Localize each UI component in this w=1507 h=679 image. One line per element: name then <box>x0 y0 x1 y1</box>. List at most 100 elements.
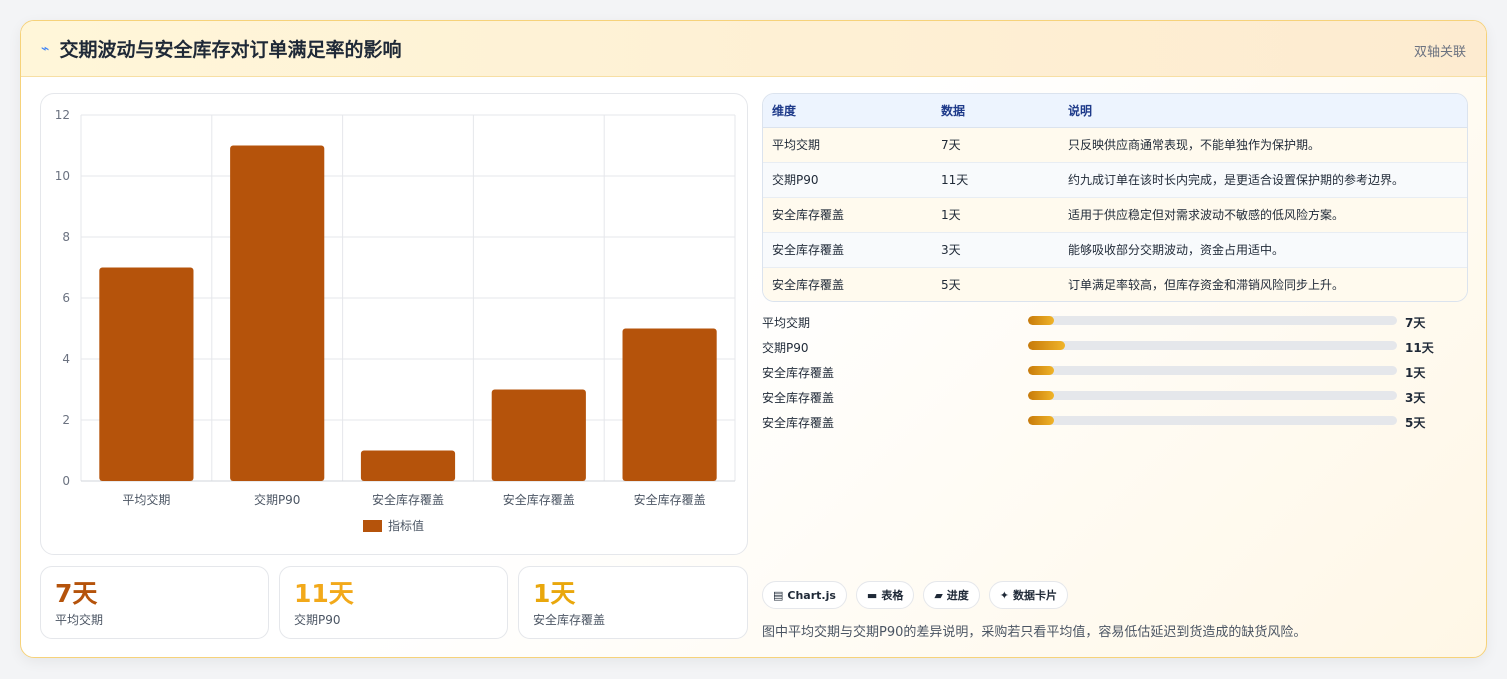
progress-fill <box>1028 416 1054 425</box>
table-row: 安全库存覆盖 5天 订单满足率较高，但库存资金和滞销风险同步上升。 <box>763 267 1467 301</box>
progress-row: 安全库存覆盖 3天 <box>762 386 1468 411</box>
y-tick-label: 4 <box>62 352 70 366</box>
progress-row: 交期P90 11天 <box>762 336 1468 361</box>
bar <box>230 145 325 481</box>
table-cell: 安全库存覆盖 <box>763 267 932 301</box>
table-cell: 平均交期 <box>763 127 932 163</box>
table-cell: 7天 <box>932 127 1059 163</box>
progress-label: 交期P90 <box>762 341 809 355</box>
progress-track <box>1028 316 1397 325</box>
chip-label: Chart.js <box>787 588 836 602</box>
card-header: ⌁ 交期波动与安全库存对订单满足率的影响 双轴关联 <box>21 21 1486 77</box>
progress-value: 7天 <box>1405 316 1426 330</box>
stat-label: 交期P90 <box>294 613 341 627</box>
table-cell: 3天 <box>932 232 1059 268</box>
y-tick-label: 12 <box>55 108 70 122</box>
table-cell: 5天 <box>932 267 1059 301</box>
table-cell: 只反映供应商通常表现，不能单独作为保护期。 <box>1059 127 1467 163</box>
x-tick-label: 平均交期 <box>122 492 170 507</box>
x-tick-label: 安全库存覆盖 <box>372 492 444 507</box>
table-header-row: 维度 数据 说明 <box>763 94 1467 128</box>
table-cell: 安全库存覆盖 <box>763 197 932 233</box>
stat-value: 11天 <box>294 579 354 608</box>
stat-label: 安全库存覆盖 <box>533 613 606 627</box>
table-row: 安全库存覆盖 3天 能够吸收部分交期波动，资金占用适中。 <box>763 232 1467 268</box>
progress-label: 安全库存覆盖 <box>762 391 835 405</box>
y-tick-label: 0 <box>62 474 70 488</box>
legend-label: 指标值 <box>388 518 424 533</box>
progress-fill <box>1028 391 1054 400</box>
column-header-dimension: 维度 <box>763 94 932 128</box>
table-row: 安全库存覆盖 1天 适用于供应稳定但对需求波动不敏感的低风险方案。 <box>763 197 1467 233</box>
progress-track <box>1028 366 1397 375</box>
x-tick-label: 交期P90 <box>254 492 301 507</box>
table-cell: 1天 <box>932 197 1059 233</box>
stat-value: 7天 <box>55 579 98 608</box>
table-cell: 能够吸收部分交期波动，资金占用适中。 <box>1059 232 1467 268</box>
sparkle-icon: ✦ <box>999 588 1010 602</box>
progress-track <box>1028 391 1397 400</box>
report-card: ⌁ 交期波动与安全库存对订单满足率的影响 双轴关联 0 2 4 6 8 10 12 平均交期交… <box>20 20 1487 658</box>
table-row: 平均交期 7天 只反映供应商通常表现，不能单独作为保护期。 <box>763 127 1467 163</box>
stat-label: 平均交期 <box>55 613 104 627</box>
column-header-description: 说明 <box>1059 94 1467 128</box>
progress-value: 3天 <box>1405 391 1426 405</box>
progress-label: 安全库存覆盖 <box>762 416 835 430</box>
progress-fill <box>1028 316 1054 325</box>
table-icon: ▬ <box>866 588 878 602</box>
chip-label: 表格 <box>881 589 904 602</box>
progress-row: 安全库存覆盖 5天 <box>762 411 1468 436</box>
chip-table[interactable]: ▬ 表格 <box>855 581 915 609</box>
trend-icon: ⌁ <box>41 40 50 57</box>
progress-track <box>1028 341 1397 350</box>
bar <box>491 389 586 481</box>
progress-track <box>1028 416 1397 425</box>
table-row: 交期P90 11天 约九成订单在该时长内完成，是更适合设置保护期的参考边界。 <box>763 162 1467 198</box>
progress-row: 安全库存覆盖 1天 <box>762 361 1468 386</box>
progress-value: 11天 <box>1405 341 1434 355</box>
stat-card-safety-stock: 1天 安全库存覆盖 <box>518 566 748 639</box>
stat-value: 1天 <box>533 579 576 608</box>
progress-fill <box>1028 341 1065 350</box>
progress-value: 1天 <box>1405 366 1426 380</box>
bar-chart-svg: 024681012平均交期 交期P90 安全库存覆盖 安全库存覆盖 安全库存覆盖指标值 <box>55 108 736 533</box>
y-tick-label: 2 <box>62 413 70 427</box>
insight-note: 图中平均交期与交期P90的差异说明，采购若只看平均值，容易低估延迟到货造成的缺货… <box>762 625 1307 640</box>
data-table: 维度 数据 说明 平均交期 7天 只反映供应商通常表现，不能单独作为保护期。 交… <box>762 93 1468 302</box>
stat-card-p90: 11天 交期P90 <box>279 566 508 639</box>
x-tick-label: 安全库存覆盖 <box>634 492 706 507</box>
tag-chips: ▤ Chart.js ▬ 表格 ▰ 进度 ✦ 数据卡片 <box>762 581 1069 609</box>
progress-list: 平均交期 7天 交期P90 11天 安全库存覆盖 1天 安全库存覆盖 3天 安全… <box>762 311 1468 436</box>
progress-icon: ▰ <box>934 588 943 602</box>
card-title: 交期波动与安全库存对订单满足率的影响 <box>59 39 402 61</box>
chip-data-card[interactable]: ✦ 数据卡片 <box>988 581 1069 609</box>
y-tick-label: 8 <box>62 230 70 244</box>
progress-fill <box>1028 366 1054 375</box>
progress-label: 平均交期 <box>762 316 811 330</box>
chart-icon: ▤ <box>773 588 784 602</box>
bar <box>360 450 456 481</box>
table-cell: 订单满足率较高，但库存资金和滞销风险同步上升。 <box>1059 267 1467 301</box>
progress-label: 安全库存覆盖 <box>762 366 835 380</box>
dual-axis-link[interactable]: 双轴关联 <box>1414 41 1466 60</box>
table-cell: 11天 <box>932 162 1059 198</box>
y-tick-label: 10 <box>55 169 70 183</box>
progress-value: 5天 <box>1405 416 1426 430</box>
legend-swatch <box>363 520 382 532</box>
chip-chartjs[interactable]: ▤ Chart.js <box>762 581 847 609</box>
chip-progress[interactable]: ▰ 进度 <box>923 581 980 609</box>
column-header-data: 数据 <box>932 94 1059 128</box>
table-cell: 交期P90 <box>763 162 932 198</box>
table-cell: 安全库存覆盖 <box>763 232 932 268</box>
stat-card-avg-lead-time: 7天 平均交期 <box>40 566 269 639</box>
bar <box>622 328 717 481</box>
chip-label: 进度 <box>946 589 969 602</box>
chip-label: 数据卡片 <box>1013 589 1058 602</box>
progress-row: 平均交期 7天 <box>762 311 1468 336</box>
bar <box>99 267 194 481</box>
x-tick-label: 安全库存覆盖 <box>503 492 575 507</box>
table-cell: 约九成订单在该时长内完成，是更适合设置保护期的参考边界。 <box>1059 162 1467 198</box>
bar-chart: 0 2 4 6 8 10 12 平均交期 交期P90 安全库存覆盖 安全库存覆盖 安全库存覆盖 指标值 <box>40 93 748 555</box>
table-cell: 适用于供应稳定但对需求波动不敏感的低风险方案。 <box>1059 197 1467 233</box>
y-tick-label: 6 <box>62 291 70 305</box>
